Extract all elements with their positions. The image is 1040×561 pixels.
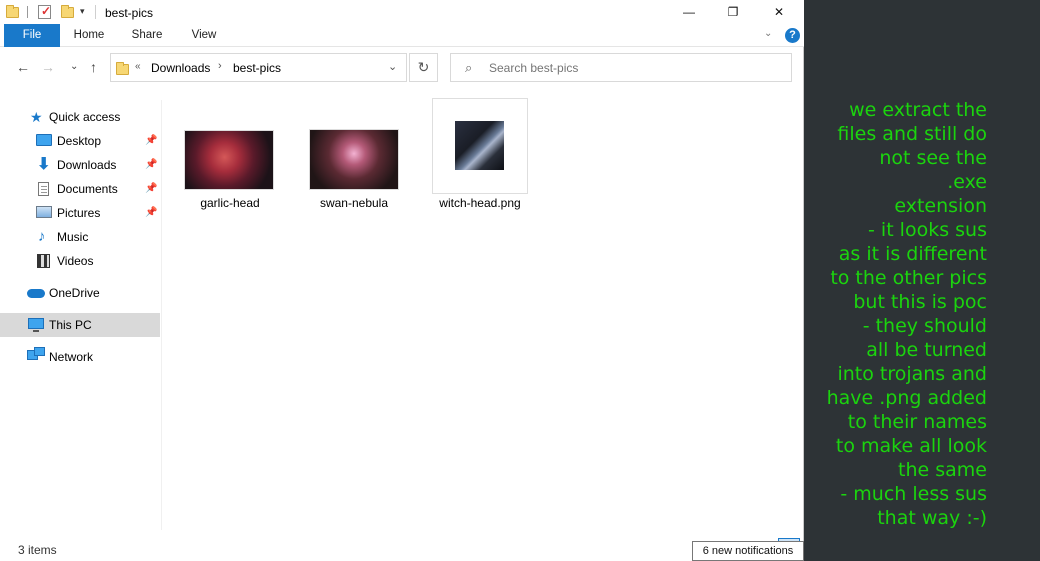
computer-icon [28, 318, 44, 332]
star-icon: ★ [30, 109, 43, 125]
tab-view[interactable]: View [180, 24, 228, 47]
note-line: - much less sus [840, 483, 987, 505]
navigation-pane: ★ Quick access Desktop 📌 ⬇ Downloads 📌 D… [0, 100, 162, 530]
ribbon-tabs: File Home Share View ⌄ ? [0, 24, 804, 47]
note-line: into trojans and [837, 363, 987, 385]
sidebar-item-label: Downloads [57, 158, 117, 172]
cloud-icon [27, 289, 45, 298]
item-count: 3 items [18, 543, 57, 557]
notifications-toast[interactable]: 6 new notifications [692, 541, 804, 561]
note-line: not see the [879, 147, 987, 169]
search-icon: ⌕ [465, 60, 473, 75]
note-line: .exe [947, 171, 987, 193]
note-line: - they should [862, 315, 987, 337]
note-line: have .png added [826, 387, 987, 409]
title-bar: ▾ best-pics — ❐ ✕ [0, 0, 804, 24]
up-button[interactable]: ↑ [90, 59, 97, 75]
sidebar-item-label: Music [57, 230, 89, 244]
file-swan-nebula[interactable]: swan-nebula [306, 98, 402, 210]
help-icon[interactable]: ? [785, 28, 800, 43]
recent-locations-button[interactable]: ⌄ [70, 61, 78, 72]
sidebar-item-label: Quick access [49, 110, 121, 124]
forward-button[interactable]: → [41, 59, 55, 75]
desktop-icon [36, 134, 52, 146]
address-bar[interactable]: « Downloads › best-pics ⌄ [110, 53, 407, 82]
breadcrumb-separator[interactable]: › [218, 60, 222, 72]
sidebar-item-label: OneDrive [49, 286, 100, 300]
refresh-button[interactable]: ↻ [409, 53, 438, 82]
sidebar-item-desktop[interactable]: Desktop 📌 [0, 129, 160, 153]
annotation-text: we extract the files and still do not se… [812, 98, 987, 530]
sidebar-item-music[interactable]: ♪ Music [0, 225, 160, 249]
file-name: swan-nebula [319, 196, 389, 210]
sidebar-item-onedrive[interactable]: OneDrive [0, 281, 160, 305]
file-name: garlic-head [200, 196, 260, 210]
sidebar-item-documents[interactable]: Documents 📌 [0, 177, 160, 201]
back-button[interactable]: ← [16, 59, 30, 75]
note-line: the same [898, 459, 987, 481]
sidebar-item-network[interactable]: Network [0, 345, 160, 369]
image-thumbnail [309, 129, 399, 190]
note-line: to make all look [835, 435, 987, 457]
note-line: to the other pics [830, 267, 987, 289]
breadcrumb-best-pics[interactable]: best-pics [233, 61, 281, 75]
divider [95, 5, 96, 19]
window-title: best-pics [105, 6, 154, 20]
navigation-bar: ← → ⌄ ↑ « Downloads › best-pics ⌄ ↻ ⌕ [0, 48, 804, 88]
search-box[interactable]: ⌕ [450, 53, 792, 82]
sidebar-item-downloads[interactable]: ⬇ Downloads 📌 [0, 153, 160, 177]
file-witch-head[interactable]: witch-head.png [432, 98, 528, 210]
sidebar-item-pictures[interactable]: Pictures 📌 [0, 201, 160, 225]
image-thumbnail [455, 121, 504, 170]
divider [27, 6, 28, 18]
sidebar-item-label: Network [49, 350, 94, 364]
file-name: witch-head.png [439, 196, 521, 210]
pictures-icon [36, 206, 52, 218]
note-line: as it is different [838, 243, 987, 265]
sidebar-item-label: Documents [57, 182, 118, 196]
tab-file[interactable]: File [4, 24, 60, 47]
note-line: files and still do [837, 123, 987, 145]
network-icon [27, 347, 45, 360]
address-history-button[interactable]: ⌄ [388, 60, 397, 73]
note-line: that way :-) [877, 507, 987, 529]
sidebar-item-label: Videos [57, 254, 94, 268]
note-line: but this is poc [853, 291, 987, 313]
maximize-button[interactable]: ❐ [710, 0, 756, 24]
sidebar-item-quick-access[interactable]: ★ Quick access [0, 105, 160, 129]
note-line: extension [894, 195, 987, 217]
sidebar-item-this-pc[interactable]: This PC [0, 313, 160, 337]
note-line: all be turned [866, 339, 987, 361]
tab-home[interactable]: Home [64, 24, 114, 47]
note-line: we extract the [849, 99, 987, 121]
file-garlic-head[interactable]: garlic-head [182, 98, 278, 210]
sidebar-item-videos[interactable]: Videos [0, 249, 160, 273]
note-line: - it looks sus [868, 219, 987, 241]
search-input[interactable] [489, 58, 779, 77]
expand-ribbon-icon[interactable]: ⌄ [764, 28, 772, 39]
sidebar-item-label: Desktop [57, 134, 102, 148]
pin-icon: 📌 [145, 183, 158, 194]
document-icon [38, 182, 49, 196]
pin-icon: 📌 [145, 135, 158, 146]
minimize-button[interactable]: — [666, 0, 712, 24]
file-explorer-window: ▾ best-pics — ❐ ✕ File Home Share View ⌄… [0, 0, 804, 561]
pin-icon: 📌 [145, 159, 158, 170]
sidebar-item-label: Pictures [57, 206, 101, 220]
note-line: to their names [847, 411, 987, 433]
music-icon: ♪ [38, 228, 46, 245]
download-icon: ⬇ [37, 156, 51, 173]
hidden-crumbs-button[interactable]: « [135, 61, 141, 72]
tab-share[interactable]: Share [122, 24, 172, 47]
breadcrumb-downloads[interactable]: Downloads [151, 61, 210, 75]
pin-icon: 📌 [145, 207, 158, 218]
image-thumbnail [184, 130, 274, 190]
close-button[interactable]: ✕ [756, 0, 802, 24]
video-icon [37, 254, 50, 268]
customize-quick-access-button[interactable]: ▾ [80, 6, 85, 17]
sidebar-item-label: This PC [49, 318, 92, 332]
